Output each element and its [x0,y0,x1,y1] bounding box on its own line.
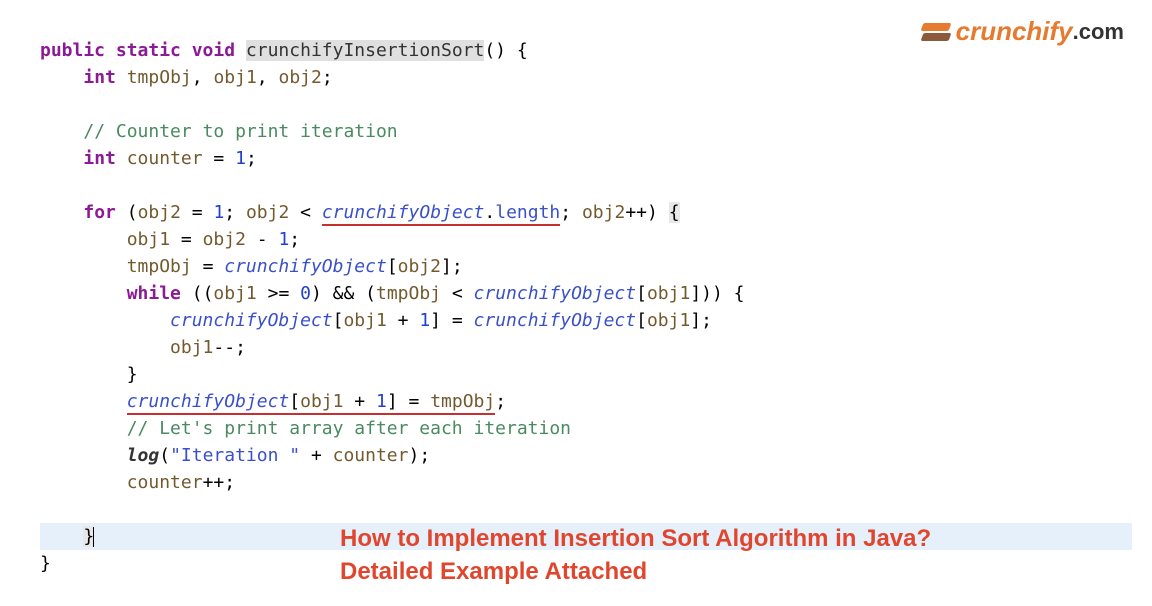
code-line: // Let's print array after each iteratio… [40,418,571,439]
code-line: obj1--; [40,337,246,358]
code-line: obj1 = obj2 - 1; [40,229,300,250]
code-line: counter++; [40,472,235,493]
code-line: tmpObj = crunchifyObject[obj2]; [40,256,463,277]
code-line: int tmpObj, obj1, obj2; [40,67,333,88]
code-line: int counter = 1; [40,148,257,169]
code-line: crunchifyObject[obj1 + 1] = crunchifyObj… [40,310,712,331]
code-line: public static void crunchifyInsertionSor… [40,40,528,61]
code-line: // Counter to print iteration [40,121,398,142]
headline-line2: Detailed Example Attached [340,556,931,588]
code-line: while ((obj1 >= 0) && (tmpObj < crunchif… [40,283,745,304]
code-line: } [40,364,138,385]
code-line: crunchifyObject[obj1 + 1] = tmpObj; [40,391,506,415]
code-line: log("Iteration " + counter); [40,445,430,466]
code-block: public static void crunchifyInsertionSor… [40,10,1132,577]
headline: How to Implement Insertion Sort Algorith… [340,523,931,588]
code-line: } [40,553,51,574]
headline-line1: How to Implement Insertion Sort Algorith… [340,523,931,555]
code-line: for (obj2 = 1; obj2 < crunchifyObject.le… [40,202,680,226]
caret-icon [93,527,94,547]
